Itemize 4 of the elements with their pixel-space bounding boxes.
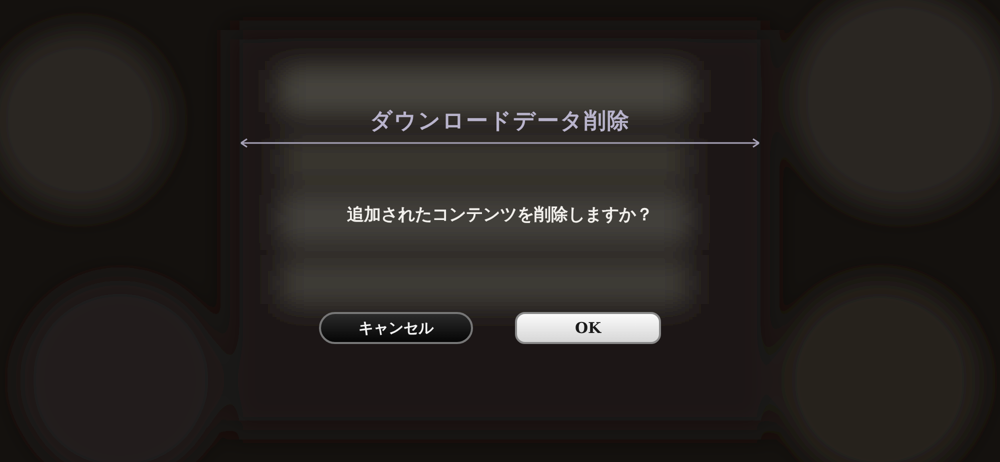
dialog-message: 追加されたコンテンツを削除しますか？ [347, 204, 653, 227]
cancel-button[interactable]: キャンセル [319, 312, 473, 344]
dialog-title: ダウンロードデータ削除 [370, 107, 630, 136]
ok-button[interactable]: OK [515, 312, 661, 344]
